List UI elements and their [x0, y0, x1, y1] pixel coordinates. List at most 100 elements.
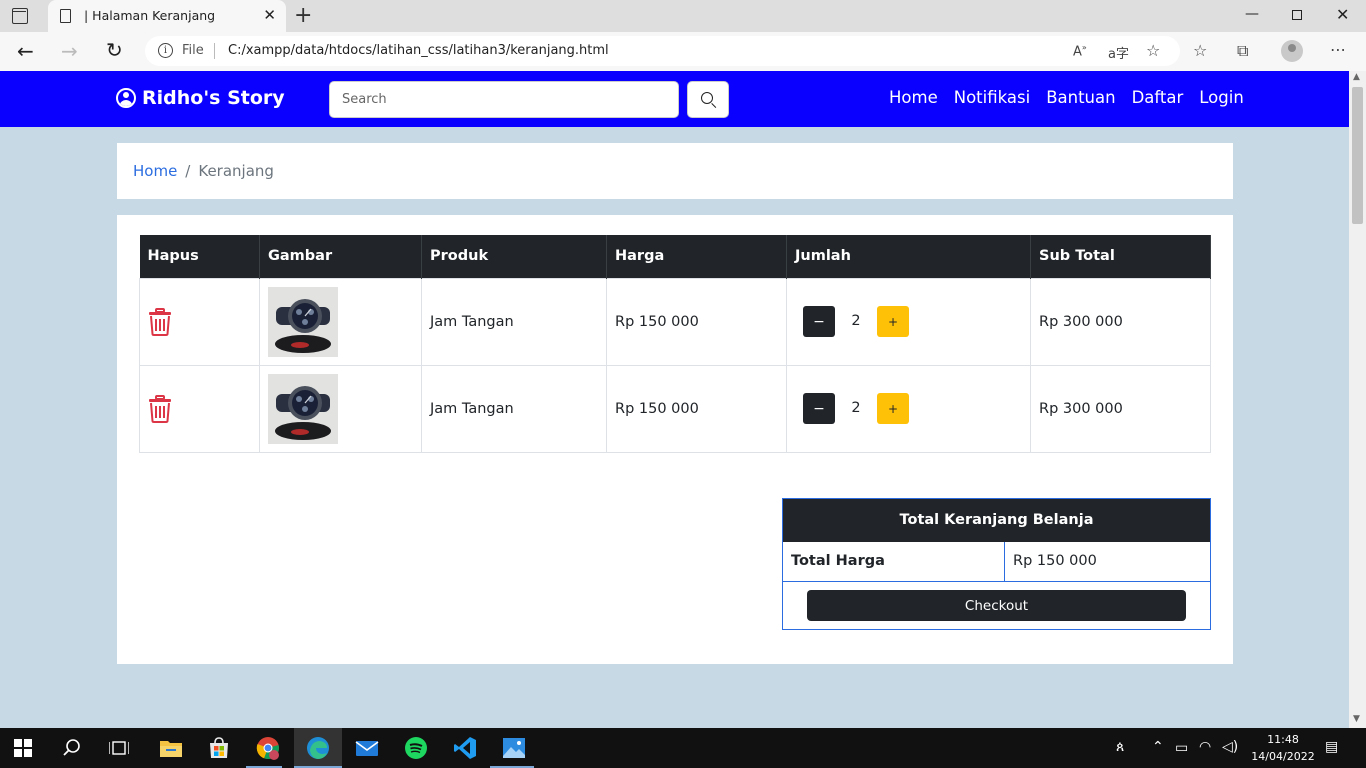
nav-links: Home Notifikasi Bantuan Daftar Login	[889, 88, 1244, 107]
header-jumlah: Jumlah	[786, 235, 1031, 278]
url-text[interactable]: C:/xampp/data/htdocs/latihan_css/latihan…	[228, 43, 609, 58]
taskbar: ጰ ⌃ ▭ ◠ ◁) 11:48 14/04/2022 ▤	[0, 728, 1366, 768]
cart-card: Hapus Gambar Produk Harga Jumlah Sub Tot…	[117, 215, 1233, 664]
task-view-icon[interactable]	[109, 738, 129, 758]
nav-link-bantuan[interactable]: Bantuan	[1046, 88, 1115, 107]
breadcrumb-separator: /	[185, 162, 191, 180]
brand-name: Ridho's Story	[142, 87, 285, 109]
decrease-qty-button[interactable]: −	[803, 393, 835, 424]
user-circle-icon	[116, 88, 136, 108]
search-input[interactable]	[329, 81, 679, 118]
image-cell	[259, 364, 422, 453]
vscode-icon[interactable]	[453, 736, 477, 760]
product-price: Rp 150 000	[606, 364, 787, 453]
trash-icon[interactable]	[148, 394, 172, 423]
breadcrumb: Home / Keranjang	[133, 162, 274, 180]
photos-icon[interactable]	[502, 736, 526, 760]
clock[interactable]: 11:48 14/04/2022	[1250, 731, 1316, 765]
window-close-icon[interactable]: ✕	[1336, 5, 1349, 24]
product-price: Rp 150 000	[606, 277, 787, 366]
scroll-thumb[interactable]	[1352, 87, 1363, 224]
tab-close-icon[interactable]: ✕	[263, 6, 276, 24]
search-button[interactable]	[687, 81, 729, 118]
chrome-icon[interactable]	[256, 736, 280, 760]
total-row: Total Harga Rp 150 000	[783, 542, 1210, 582]
nav-link-notifikasi[interactable]: Notifikasi	[954, 88, 1030, 107]
table-row: Jam Tangan Rp 150 000 − 2 + Rp 300 000	[139, 277, 1211, 366]
watch-product-image	[268, 286, 338, 357]
profile-avatar-icon[interactable]	[1281, 40, 1303, 62]
scroll-down-icon[interactable]: ▼	[1353, 714, 1360, 724]
chevron-up-icon[interactable]: ⌃	[1152, 739, 1164, 755]
quantity-cell: − 2 +	[786, 277, 1031, 366]
spotify-icon[interactable]	[404, 736, 428, 760]
increase-qty-button[interactable]: +	[877, 306, 909, 337]
volume-icon[interactable]: ◁)	[1222, 739, 1238, 755]
more-menu-icon[interactable]: ⋯	[1330, 40, 1346, 59]
breadcrumb-home[interactable]: Home	[133, 162, 177, 180]
nav-link-login[interactable]: Login	[1199, 88, 1244, 107]
page-scrollbar[interactable]: ▲ ▼	[1349, 71, 1366, 728]
brand[interactable]: Ridho's Story	[116, 87, 285, 109]
nav-link-home[interactable]: Home	[889, 88, 938, 107]
reload-icon[interactable]: ↻	[106, 38, 123, 62]
page-viewport: Ridho's Story Home Notifikasi Bantuan Da…	[0, 71, 1349, 728]
url-divider	[214, 43, 215, 59]
image-cell	[259, 277, 422, 366]
product-name: Jam Tangan	[421, 364, 607, 453]
total-price-label: Total Harga	[783, 542, 1005, 581]
trash-icon[interactable]	[148, 307, 172, 336]
minimize-icon[interactable]: —	[1245, 6, 1259, 22]
breadcrumb-current: Keranjang	[198, 162, 274, 180]
checkout-button[interactable]: Checkout	[807, 590, 1186, 621]
subtotal-value: Rp 300 000	[1030, 277, 1211, 366]
clock-date: 14/04/2022	[1251, 750, 1315, 763]
quantity-cell: − 2 +	[786, 364, 1031, 453]
microsoft-store-icon[interactable]	[207, 736, 231, 760]
cart-table: Hapus Gambar Produk Harga Jumlah Sub Tot…	[139, 235, 1211, 453]
header-harga: Harga	[606, 235, 787, 278]
address-bar[interactable]: i File C:/xampp/data/htdocs/latihan_css/…	[145, 36, 1180, 66]
delete-cell	[139, 364, 260, 453]
quantity-value: 2	[851, 399, 861, 416]
new-tab-icon[interactable]: +	[294, 3, 312, 28]
windows-start-icon[interactable]	[14, 739, 32, 757]
scroll-up-icon[interactable]: ▲	[1353, 72, 1360, 82]
quantity-stepper: − 2 +	[795, 306, 1022, 337]
translate-icon[interactable]: a字	[1108, 43, 1129, 62]
tab-actions-icon[interactable]	[12, 8, 28, 24]
tab-title: | Halaman Keranjang	[84, 8, 216, 23]
add-favorite-icon[interactable]: ☆	[1146, 41, 1160, 60]
people-icon[interactable]: ጰ	[1116, 739, 1124, 755]
battery-icon[interactable]: ▭	[1175, 740, 1188, 756]
header-produk: Produk	[421, 235, 607, 278]
quantity-stepper: − 2 +	[795, 393, 1022, 424]
decrease-qty-button[interactable]: −	[803, 306, 835, 337]
mail-icon[interactable]	[355, 736, 379, 760]
increase-qty-button[interactable]: +	[877, 393, 909, 424]
product-name: Jam Tangan	[421, 277, 607, 366]
nav-link-daftar[interactable]: Daftar	[1132, 88, 1184, 107]
header-subtotal: Sub Total	[1030, 235, 1211, 278]
back-icon[interactable]: ←	[17, 39, 34, 63]
total-price-value: Rp 150 000	[1013, 553, 1097, 569]
favorites-icon[interactable]: ☆	[1193, 41, 1207, 60]
collections-icon[interactable]: ⧉	[1237, 41, 1248, 61]
watch-product-image	[268, 373, 338, 444]
forward-icon[interactable]: →	[61, 39, 78, 63]
notification-icon[interactable]: ▤	[1325, 739, 1338, 755]
breadcrumb-card: Home / Keranjang	[117, 143, 1233, 199]
info-icon[interactable]: i	[158, 43, 173, 58]
wifi-icon[interactable]: ◠	[1199, 739, 1211, 755]
browser-tab[interactable]: | Halaman Keranjang ✕	[48, 0, 286, 32]
subtotal-value: Rp 300 000	[1030, 364, 1211, 453]
site-navbar: Ridho's Story Home Notifikasi Bantuan Da…	[0, 71, 1349, 127]
read-aloud-icon[interactable]: A»	[1073, 43, 1087, 59]
file-explorer-icon[interactable]	[159, 736, 183, 760]
clock-time: 11:48	[1267, 733, 1299, 746]
delete-cell	[139, 277, 260, 366]
edge-icon[interactable]	[306, 736, 330, 760]
search-icon	[701, 92, 713, 104]
search-icon[interactable]	[62, 738, 82, 758]
maximize-icon[interactable]	[1292, 10, 1302, 20]
